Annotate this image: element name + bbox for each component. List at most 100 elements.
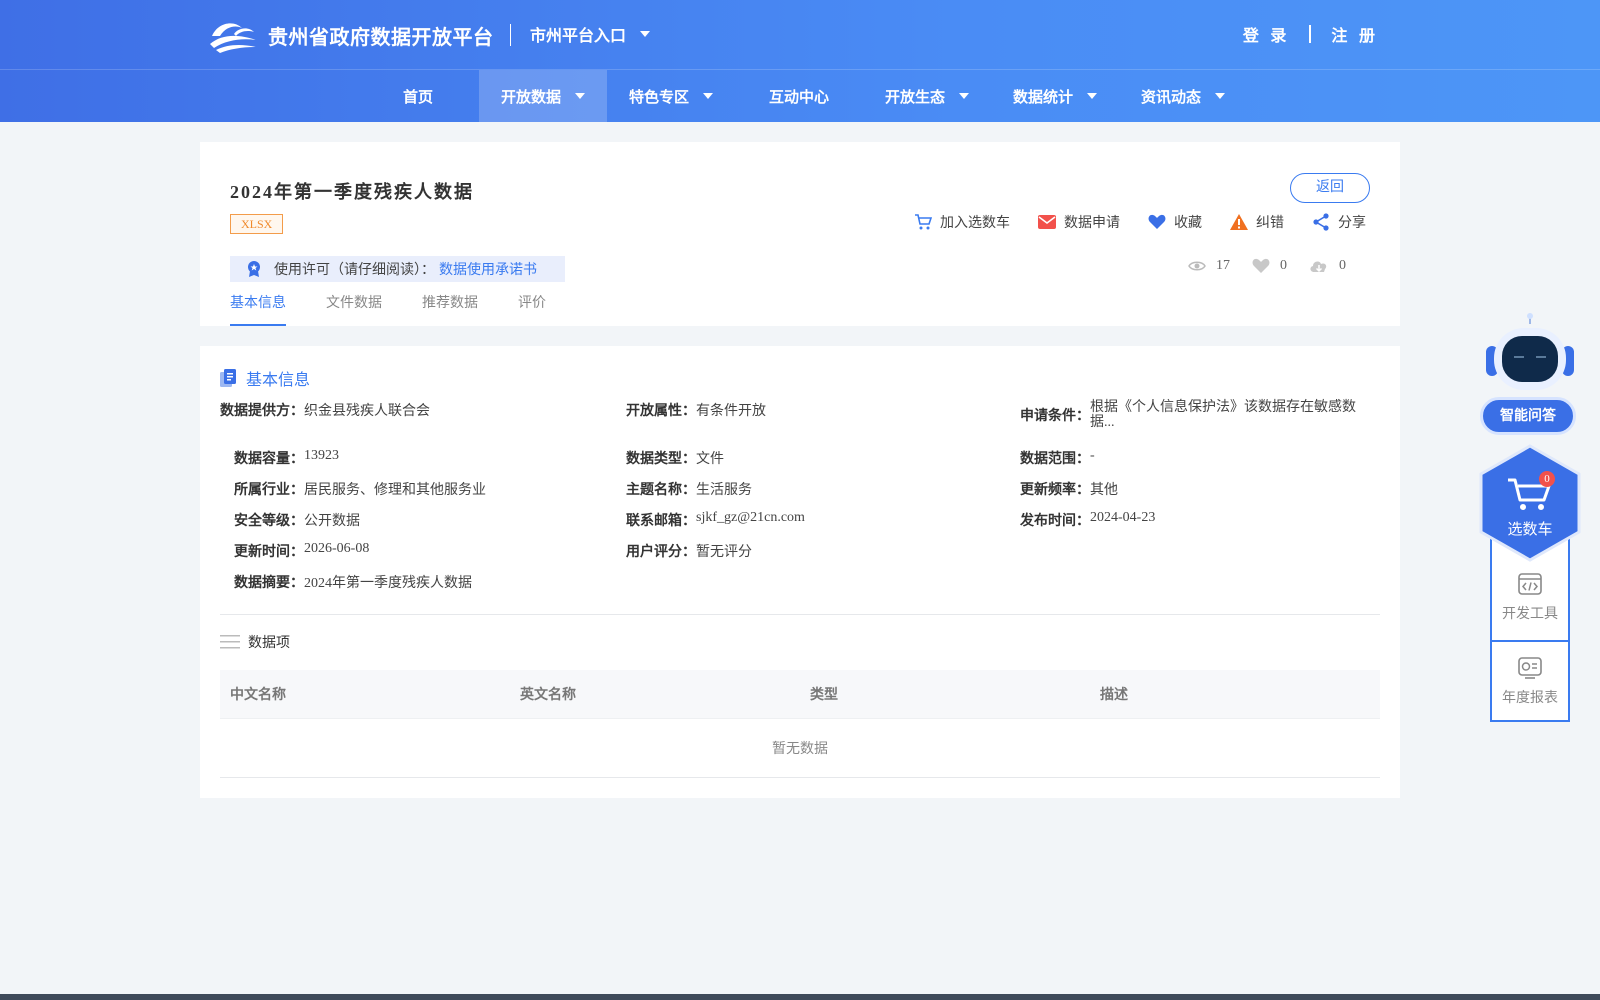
field-publish-time: 发布时间： 2024-04-23 — [1020, 510, 1155, 530]
chevron-down-icon — [640, 31, 651, 37]
license-link[interactable]: 数据使用承诺书 — [439, 259, 537, 279]
field-key: 联系邮箱： — [626, 514, 696, 529]
logo-icon — [210, 23, 256, 53]
robot-assistant-icon[interactable] — [1482, 312, 1578, 396]
tab-reviews[interactable]: 评价 — [518, 292, 546, 326]
nav-item-ecosystem[interactable]: 开放生态 — [863, 70, 991, 122]
field-open-attr: 开放属性： 有条件开放 — [626, 400, 766, 420]
field-value: 织金县残疾人联合会 — [304, 404, 430, 419]
field-key: 申请条件： — [1020, 409, 1090, 424]
cart-count-badge: 0 — [1539, 471, 1555, 487]
field-rating: 用户评分： 暂无评分 — [626, 541, 752, 561]
field-email: 联系邮箱： sjkf_gz@21cn.com — [626, 510, 805, 530]
nav-label: 首页 — [402, 87, 433, 106]
field-key: 所属行业： — [234, 483, 304, 498]
dataset-tabs: 基本信息 文件数据 推荐数据 评价 — [230, 292, 586, 326]
report-error-button[interactable]: 纠错 — [1230, 212, 1284, 232]
field-key: 数据提供方： — [220, 404, 304, 419]
code-window-icon — [1518, 573, 1542, 595]
smart-qa-button[interactable]: 智能问答 — [1480, 397, 1576, 435]
cart-label: 选数车 — [1507, 522, 1553, 538]
dataset-actions: 加入选数车 数据申请 收藏 纠错 分享 — [886, 212, 1366, 232]
list-icon — [220, 635, 240, 649]
table-empty-row: 暂无数据 — [220, 718, 1380, 778]
empty-text: 暂无数据 — [772, 742, 828, 757]
city-platform-label: 市州平台入口 — [530, 26, 627, 45]
site-logo[interactable]: 贵州省政府数据开放平台 — [208, 16, 494, 54]
login-link[interactable]: 登 录 — [1243, 22, 1290, 46]
nav-item-interaction[interactable]: 互动中心 — [735, 70, 863, 122]
report-error-label: 纠错 — [1256, 216, 1284, 231]
nav-label: 资讯动态 — [1140, 87, 1201, 106]
field-theme: 主题名称： 生活服务 — [626, 479, 752, 499]
share-button[interactable]: 分享 — [1312, 212, 1366, 232]
field-apply-condition: 申请条件： 根据《个人信息保护法》该数据存在敏感数据... — [1020, 400, 1365, 430]
field-update-time: 更新时间： 2026-06-08 — [234, 541, 369, 561]
field-summary: 数据摘要： 2024年第一季度残疾人数据 — [234, 572, 472, 592]
field-provider: 数据提供方： 织金县残疾人联合会 — [220, 400, 430, 420]
chevron-down-icon — [575, 93, 585, 99]
nav-label: 互动中心 — [768, 87, 829, 106]
back-button[interactable]: 返回 — [1290, 173, 1370, 203]
share-icon — [1313, 213, 1329, 231]
downloads-count: 0 — [1339, 258, 1346, 273]
warning-icon — [1230, 214, 1248, 230]
field-value: - — [1090, 448, 1095, 463]
register-link[interactable]: 注 册 — [1331, 22, 1378, 46]
downloads-stat: 0 — [1309, 258, 1346, 274]
field-value: 公开数据 — [304, 514, 360, 529]
license-bar: 使用许可（请仔细阅读）： 数据使用承诺书 — [230, 256, 565, 282]
column-header: 描述 — [1100, 688, 1128, 703]
tab-recommended[interactable]: 推荐数据 — [422, 292, 478, 326]
favorite-label: 收藏 — [1174, 216, 1202, 231]
annual-report-button[interactable]: 年度报表 — [1492, 642, 1568, 722]
footer-edge — [0, 994, 1600, 1000]
nav-item-statistics[interactable]: 数据统计 — [991, 70, 1119, 122]
data-cart-button[interactable] — [1478, 444, 1582, 562]
field-value: 居民服务、修理和其他服务业 — [304, 483, 486, 498]
field-data-type: 数据类型： 文件 — [626, 448, 724, 468]
nav-label: 数据统计 — [1012, 87, 1073, 106]
views-stat: 17 — [1188, 258, 1230, 274]
field-security: 安全等级： 公开数据 — [234, 510, 360, 530]
dev-tools-button[interactable]: 开发工具 — [1492, 558, 1568, 638]
views-count: 17 — [1216, 258, 1230, 273]
tab-basic-info[interactable]: 基本信息 — [230, 292, 286, 326]
table-header: 中文名称 英文名称 类型 描述 — [220, 670, 1380, 718]
heart-icon — [1148, 214, 1166, 229]
chevron-down-icon — [1215, 93, 1225, 99]
favorite-button[interactable]: 收藏 — [1148, 212, 1202, 232]
data-apply-button[interactable]: 数据申请 — [1038, 212, 1120, 232]
field-key: 开放属性： — [626, 404, 696, 419]
field-industry: 所属行业： 居民服务、修理和其他服务业 — [234, 479, 486, 499]
format-tag: XLSX — [230, 214, 284, 234]
nav-item-open-data[interactable]: 开放数据 — [479, 70, 607, 122]
field-key: 数据容量： — [234, 452, 304, 467]
dataset-header-card: 2024年第一季度残疾人数据 XLSX 返回 加入选数车 数据申请 收藏 纠错 … — [200, 142, 1400, 326]
nav-item-home[interactable]: 首页 — [357, 70, 479, 122]
auth-links: 登 录 注 册 — [1243, 22, 1378, 46]
report-icon — [1518, 657, 1542, 679]
nav-label: 开放生态 — [884, 87, 945, 106]
share-label: 分享 — [1338, 216, 1366, 231]
field-value: 2024-04-23 — [1090, 510, 1156, 525]
field-data-range: 数据范围： - — [1020, 448, 1095, 468]
tab-file-data[interactable]: 文件数据 — [326, 292, 382, 326]
field-value: 13923 — [304, 448, 339, 463]
nav-item-news[interactable]: 资讯动态 — [1119, 70, 1247, 122]
city-platform-dropdown[interactable]: 市州平台入口 — [530, 22, 651, 46]
field-value: 其他 — [1090, 483, 1118, 498]
dev-tools-label: 开发工具 — [1502, 607, 1558, 622]
field-value: 暂无评分 — [696, 545, 752, 560]
add-to-cart-button[interactable]: 加入选数车 — [914, 212, 1010, 232]
header-divider — [510, 24, 511, 46]
field-value: sjkf_gz@21cn.com — [696, 510, 805, 525]
basic-info-heading: 基本信息 — [220, 366, 310, 390]
field-value: 2026-06-08 — [304, 541, 370, 556]
license-label: 使用许可（请仔细阅读）： — [274, 263, 435, 278]
annual-report-label: 年度报表 — [1502, 691, 1558, 706]
cloud-download-icon — [1310, 261, 1327, 273]
nav-item-special-zone[interactable]: 特色专区 — [607, 70, 735, 122]
mail-icon — [1038, 215, 1056, 229]
likes-stat: 0 — [1252, 258, 1287, 274]
